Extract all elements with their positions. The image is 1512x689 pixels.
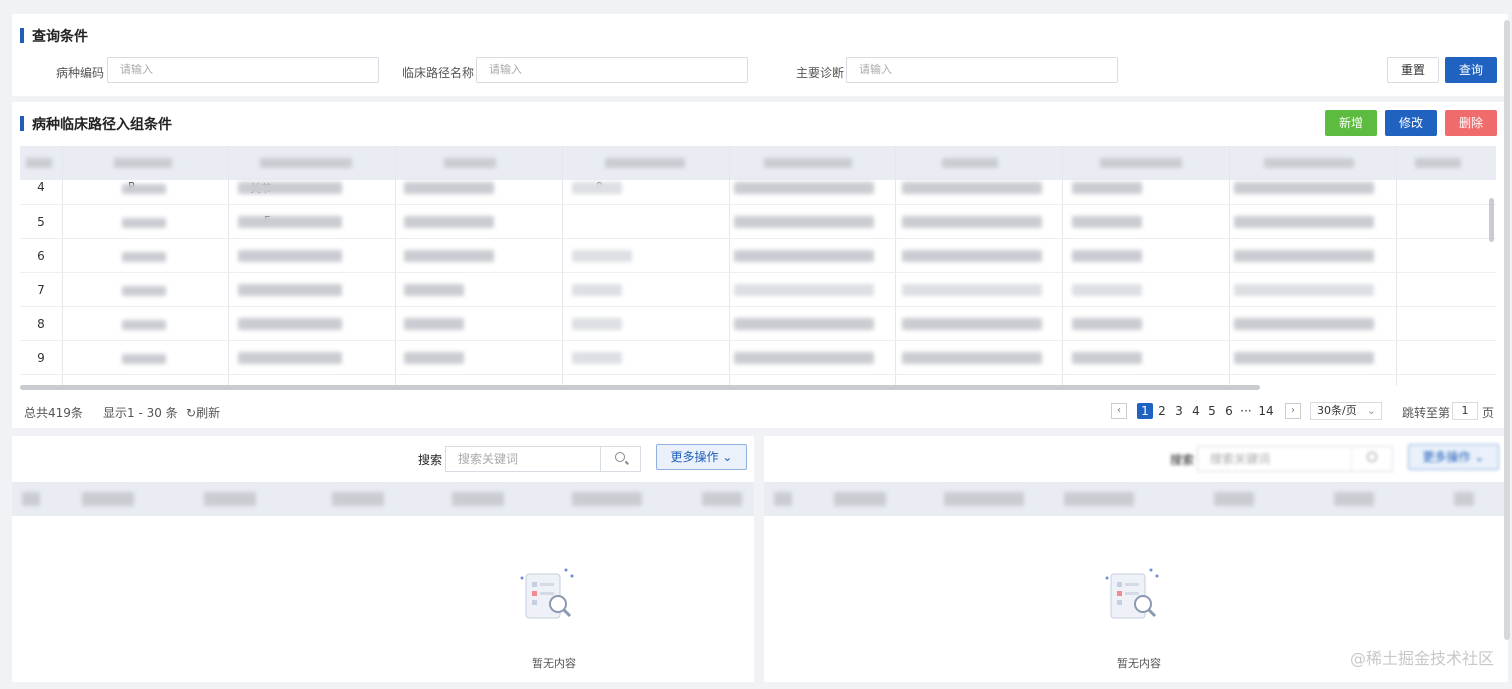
page-6[interactable]: 6 (1221, 403, 1237, 419)
main-diagnosis-label: 主要诊断 (795, 66, 844, 80)
query-panel: 查询条件 病种编码 请输入 临床路径名称 请输入 主要诊断 请输入 重置 查询 (12, 14, 1508, 96)
header-cell (260, 158, 352, 168)
row-divider (20, 340, 1496, 341)
row-number: 6 (37, 249, 45, 263)
empty-state-icon (518, 564, 578, 626)
delete-button[interactable]: 删除 (1445, 110, 1497, 136)
search-icon (615, 452, 625, 462)
column-divider (729, 146, 730, 386)
header-cell (26, 158, 52, 168)
right-search-label: 搜索 (1170, 453, 1195, 467)
column-divider (562, 146, 563, 386)
jump-suffix: 页 (1482, 406, 1495, 420)
header-cell (942, 158, 998, 168)
right-table-header (764, 482, 1508, 516)
grid-panel: 病种临床路径入组条件 新增 修改 删除 4 5 6 7 8 9 P 关节 9 F (12, 102, 1508, 428)
row-number: 7 (37, 283, 45, 297)
prev-page-button[interactable]: ‹ (1111, 403, 1127, 419)
page-size-value: 30条/页 (1317, 404, 1357, 417)
header-cell (764, 158, 852, 168)
left-search-label: 搜索 (418, 453, 443, 467)
column-divider (895, 146, 896, 386)
jump-page-input[interactable]: 1 (1452, 402, 1478, 420)
empty-state-icon (1103, 564, 1163, 626)
right-search-input[interactable]: 搜索关键词 (1197, 446, 1353, 472)
column-divider (62, 146, 63, 386)
column-divider (1396, 146, 1397, 386)
row-divider (20, 374, 1496, 375)
page-2[interactable]: 2 (1154, 403, 1170, 419)
column-divider (1229, 146, 1230, 386)
horizontal-scrollbar[interactable] (20, 385, 1260, 390)
right-search-button[interactable] (1353, 446, 1393, 472)
header-cell (114, 158, 172, 168)
chevron-down-icon: ⌄ (1474, 450, 1485, 464)
vertical-scrollbar[interactable] (1489, 198, 1494, 242)
edit-button[interactable]: 修改 (1385, 110, 1437, 136)
chevron-down-icon: ⌄ (1366, 404, 1376, 417)
row-divider (20, 204, 1496, 205)
query-title: 查询条件 (20, 26, 88, 46)
page-ellipsis[interactable]: ··· (1238, 403, 1254, 419)
left-detail-panel: 搜索 搜索关键词 更多操作 ⌄ 暂无内容 (12, 436, 754, 682)
header-cell (444, 158, 496, 168)
row-divider (20, 272, 1496, 273)
display-range: 显示1 - 30 条 (103, 406, 178, 420)
search-icon-handle (625, 460, 629, 465)
disease-code-input[interactable]: 请输入 (107, 57, 379, 83)
chevron-down-icon: ⌄ (722, 450, 733, 464)
disease-code-label: 病种编码 (55, 66, 104, 80)
row-number: 4 (37, 180, 45, 194)
page-5[interactable]: 5 (1204, 403, 1220, 419)
row-number: 8 (37, 317, 45, 331)
main-diagnosis-input[interactable]: 请输入 (846, 57, 1118, 83)
right-more-actions-label: 更多操作 (1422, 450, 1471, 464)
refresh-label: 刷新 (196, 406, 221, 420)
header-cell (1100, 158, 1182, 168)
left-search-button[interactable] (601, 446, 641, 472)
left-empty-text: 暂无内容 (532, 657, 576, 670)
refresh-button[interactable]: ↻刷新 (186, 404, 220, 421)
grid-table-header (20, 146, 1496, 180)
column-divider (395, 146, 396, 386)
grid-title: 病种临床路径入组条件 (20, 114, 172, 134)
row-divider (20, 306, 1496, 307)
search-button[interactable]: 查询 (1445, 57, 1497, 83)
left-more-actions-button[interactable]: 更多操作 ⌄ (656, 444, 747, 470)
page-14[interactable]: 14 (1256, 403, 1276, 419)
next-page-button[interactable]: › (1285, 403, 1301, 419)
header-cell (1415, 158, 1461, 168)
refresh-icon: ↻ (186, 406, 197, 420)
header-cell (1264, 158, 1354, 168)
left-table-header (12, 482, 754, 516)
page-1[interactable]: 1 (1137, 403, 1153, 419)
column-divider (1062, 146, 1063, 386)
total-count: 总共419条 (24, 406, 83, 420)
column-divider (228, 146, 229, 386)
page-4[interactable]: 4 (1188, 403, 1204, 419)
left-more-actions-label: 更多操作 (670, 450, 719, 464)
header-cell (605, 158, 685, 168)
page-size-select[interactable]: 30条/页 ⌄ (1310, 402, 1382, 420)
row-number: 9 (37, 351, 45, 365)
page-3[interactable]: 3 (1171, 403, 1187, 419)
right-more-actions-button[interactable]: 更多操作 ⌄ (1408, 444, 1499, 470)
search-icon (1367, 452, 1377, 462)
pathway-name-label: 临床路径名称 (401, 66, 474, 80)
add-button[interactable]: 新增 (1325, 110, 1377, 136)
jump-label: 跳转至第 (1402, 406, 1451, 420)
row-number: 5 (37, 215, 45, 229)
right-empty-text: 暂无内容 (1117, 657, 1161, 670)
left-search-input[interactable]: 搜索关键词 (445, 446, 601, 472)
pathway-name-input[interactable]: 请输入 (476, 57, 748, 83)
reset-button[interactable]: 重置 (1387, 57, 1439, 83)
watermark: @稀土掘金技术社区 (1349, 649, 1494, 668)
page-vertical-scrollbar[interactable] (1504, 20, 1510, 640)
row-divider (20, 238, 1496, 239)
